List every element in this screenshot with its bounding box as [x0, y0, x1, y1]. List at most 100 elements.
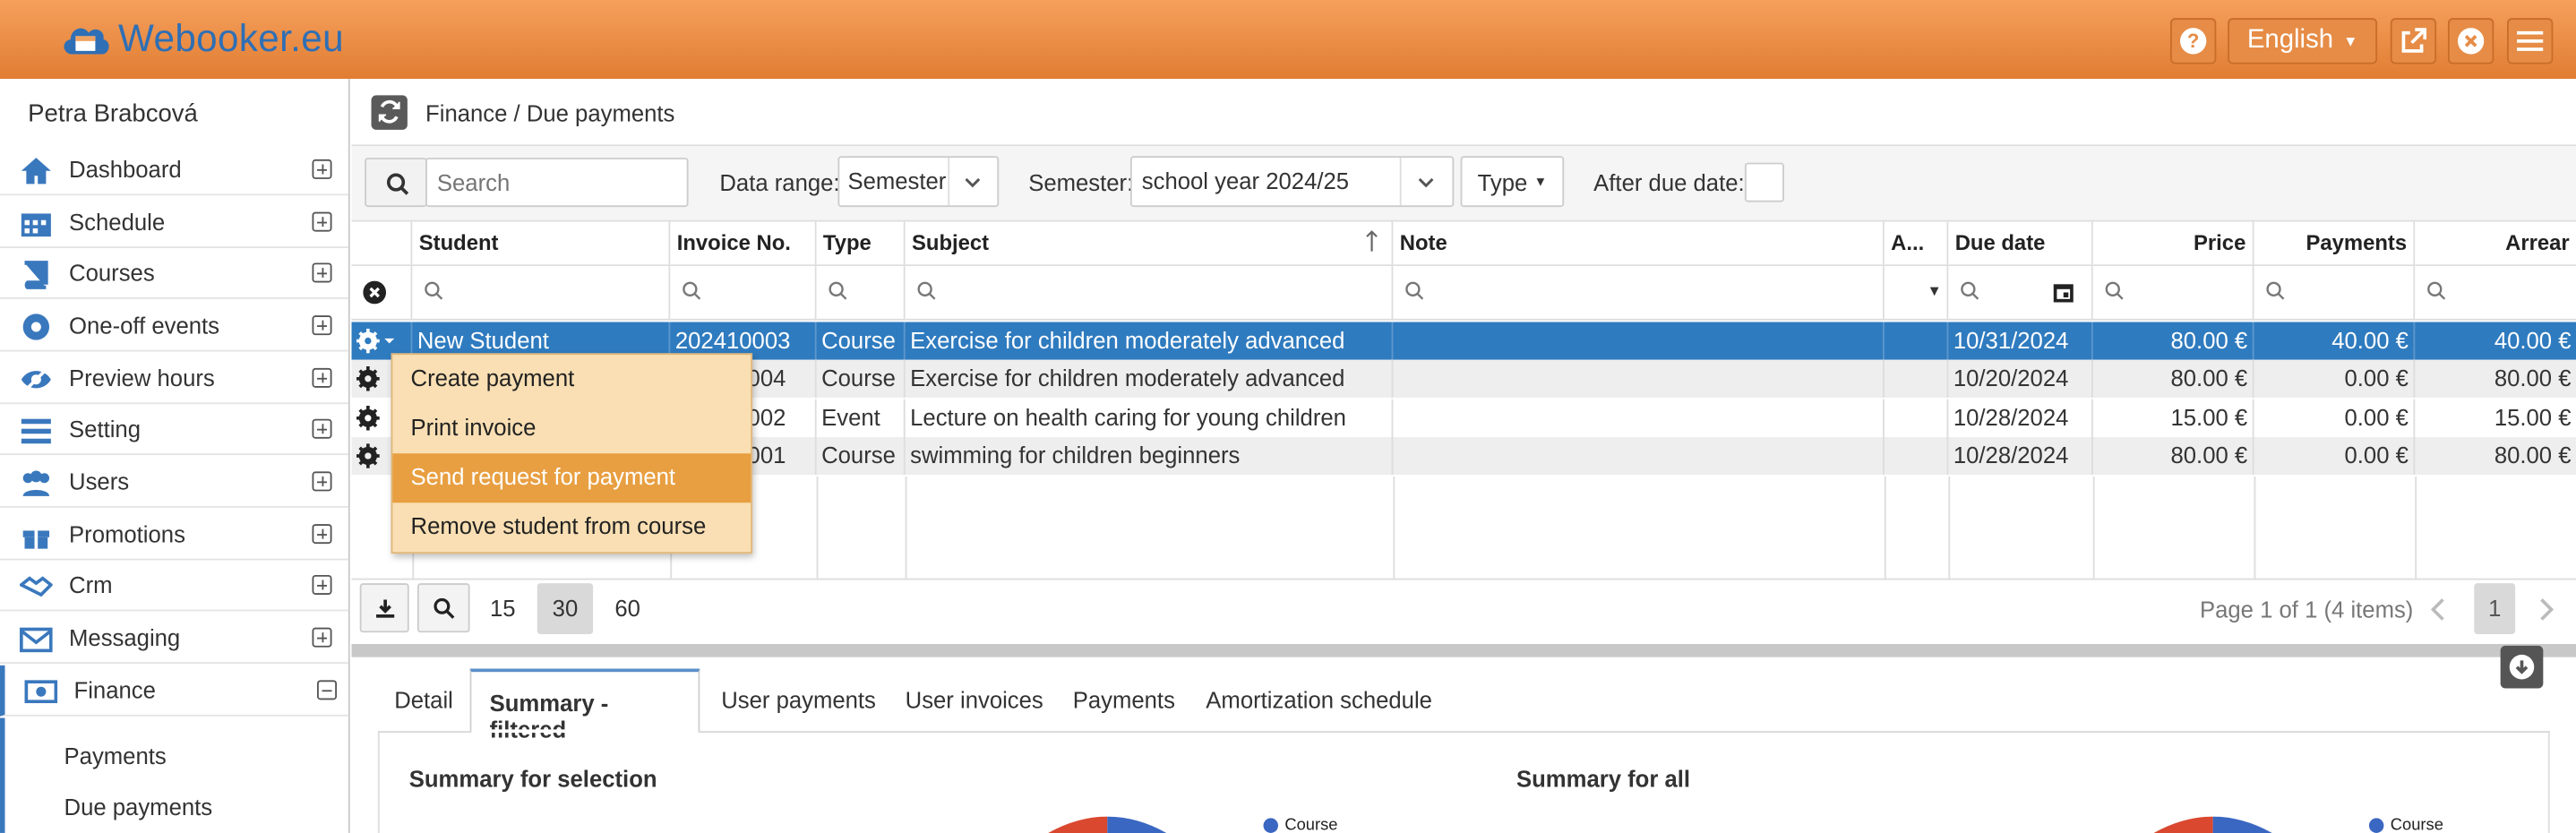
- filter-due-date[interactable]: [1948, 266, 2093, 321]
- column-header-note[interactable]: Note: [1393, 221, 1885, 267]
- export-button[interactable]: [359, 583, 409, 633]
- expand-icon[interactable]: [312, 524, 332, 545]
- handshake-icon: [20, 571, 53, 601]
- filter-subject[interactable]: [905, 266, 1394, 321]
- column-header-subject[interactable]: Subject: [905, 221, 1394, 267]
- app-logo-text: Webooker.eu: [118, 15, 344, 59]
- tab-detail[interactable]: Detail: [376, 669, 471, 732]
- filter-invoice[interactable]: [670, 266, 817, 321]
- semester-select[interactable]: school year 2024/25: [1129, 156, 1455, 208]
- expand-icon[interactable]: [312, 418, 332, 439]
- expand-icon[interactable]: [312, 471, 332, 492]
- pager-info: Page 1 of 1 (4 items): [2199, 596, 2414, 623]
- sidebar-item-one-off-events[interactable]: One-off events: [0, 301, 348, 352]
- refresh-button[interactable]: [371, 95, 408, 130]
- sidebar-item-users[interactable]: Users: [0, 457, 348, 508]
- expand-icon[interactable]: [312, 315, 332, 336]
- expand-icon[interactable]: [312, 574, 332, 595]
- sidebar-item-setting[interactable]: Setting: [0, 404, 348, 456]
- after-due-date-checkbox[interactable]: [1744, 162, 1784, 202]
- column-header-a[interactable]: A...: [1884, 221, 1949, 267]
- close-button[interactable]: [2447, 18, 2494, 64]
- close-circle-icon: [2457, 28, 2485, 55]
- expand-icon[interactable]: [312, 367, 332, 388]
- expand-icon[interactable]: [312, 627, 332, 648]
- gear-icon: [356, 328, 396, 354]
- cell-price: 80.00 €: [2093, 322, 2254, 360]
- menu-item-create-payment[interactable]: Create payment: [392, 355, 751, 404]
- chevron-down-icon: [963, 174, 983, 190]
- breadcrumb: Finance / Due payments: [425, 99, 675, 127]
- search-icon: [386, 173, 409, 196]
- tab-payments[interactable]: Payments: [1055, 669, 1194, 732]
- page-size-60[interactable]: 60: [603, 583, 652, 634]
- search-icon: [1960, 281, 1979, 301]
- hamburger-menu-button[interactable]: [2506, 18, 2554, 64]
- sidebar-item-schedule[interactable]: Schedule: [0, 197, 348, 248]
- sidebar-subitem-payments[interactable]: Payments: [64, 743, 167, 769]
- column-header-invoice[interactable]: Invoice No.: [670, 221, 817, 267]
- filter-student[interactable]: [412, 266, 671, 321]
- sidebar-item-promotions[interactable]: Promotions: [0, 510, 348, 561]
- filter-type[interactable]: [816, 266, 906, 321]
- sidebar-item-crm[interactable]: Crm: [0, 560, 348, 612]
- app-logo[interactable]: Webooker.eu: [59, 15, 344, 61]
- cell-payments: 0.00 €: [2254, 436, 2416, 476]
- data-range-select[interactable]: Semester: [837, 156, 1000, 208]
- filter-note[interactable]: [1393, 266, 1885, 321]
- expand-icon[interactable]: [312, 262, 332, 283]
- panel-splitter[interactable]: [351, 644, 2576, 657]
- current-page-button[interactable]: 1: [2474, 583, 2516, 635]
- sidebar-item-messaging[interactable]: Messaging: [0, 613, 348, 665]
- language-dropdown[interactable]: English ▼: [2228, 18, 2378, 64]
- tab-user-invoices[interactable]: User invoices: [887, 669, 1060, 732]
- filter-arrear[interactable]: [2415, 266, 2576, 321]
- calendar-picker-icon[interactable]: [2052, 281, 2075, 305]
- chevron-right-icon: [2535, 597, 2558, 623]
- menu-item-print-invoice[interactable]: Print invoice: [392, 404, 751, 453]
- menu-item-send-request[interactable]: Send request for payment: [392, 453, 751, 503]
- search-input[interactable]: [425, 158, 689, 208]
- search-icon: [424, 281, 443, 301]
- search-button[interactable]: [365, 158, 427, 208]
- sidebar-subitem-due-payments[interactable]: Due payments: [64, 794, 213, 820]
- page-size-15[interactable]: 15: [478, 583, 528, 634]
- tab-user-payments[interactable]: User payments: [703, 669, 894, 732]
- filter-a-dropdown[interactable]: ▼: [1884, 266, 1949, 321]
- cell-subject: Lecture on health caring for young child…: [906, 399, 1394, 437]
- search-icon: [682, 281, 701, 301]
- sidebar-item-label: Users: [69, 468, 130, 495]
- tab-summary-filtered[interactable]: Summary - filtered: [469, 668, 700, 743]
- help-button[interactable]: ?: [2169, 18, 2217, 64]
- collapse-icon[interactable]: [317, 680, 338, 700]
- column-header-price[interactable]: Price: [2092, 221, 2254, 267]
- cell-arrear: 80.00 €: [2494, 442, 2572, 468]
- column-header-due-date[interactable]: Due date: [1948, 221, 2093, 267]
- page-size-30[interactable]: 30: [537, 583, 594, 635]
- column-header-payments[interactable]: Payments: [2254, 221, 2416, 267]
- filter-price[interactable]: [2092, 266, 2254, 321]
- sidebar-item-courses[interactable]: Courses: [0, 248, 348, 299]
- next-page-button[interactable]: [2535, 597, 2558, 623]
- sidebar-item-preview-hours[interactable]: Preview hours: [0, 353, 348, 405]
- row-context-menu: Create payment Print invoice Send reques…: [391, 353, 753, 554]
- expand-icon[interactable]: [312, 211, 332, 232]
- tab-amortization-schedule[interactable]: Amortization schedule: [1188, 669, 1450, 732]
- column-header-type[interactable]: Type: [816, 221, 906, 267]
- search-icon: [916, 281, 936, 301]
- sidebar-item-dashboard[interactable]: Dashboard: [0, 144, 348, 196]
- sidebar-item-finance[interactable]: Finance: [0, 665, 348, 717]
- type-dropdown-button[interactable]: Type ▼: [1460, 156, 1565, 208]
- expand-icon[interactable]: [312, 159, 332, 179]
- download-icon: [374, 598, 396, 620]
- external-link-button[interactable]: [2390, 18, 2437, 64]
- prev-page-button[interactable]: [2426, 597, 2450, 623]
- menu-item-remove-student[interactable]: Remove student from course: [392, 502, 751, 552]
- column-header-student[interactable]: Student: [412, 221, 671, 267]
- collapse-panel-button[interactable]: [2500, 645, 2544, 689]
- filter-payments[interactable]: [2254, 266, 2416, 321]
- column-header-arrear[interactable]: Arrear: [2415, 221, 2576, 267]
- user-name: Petra Brabcová: [28, 99, 198, 129]
- find-in-grid-button[interactable]: [416, 583, 470, 633]
- clear-filters-cell[interactable]: [351, 266, 413, 321]
